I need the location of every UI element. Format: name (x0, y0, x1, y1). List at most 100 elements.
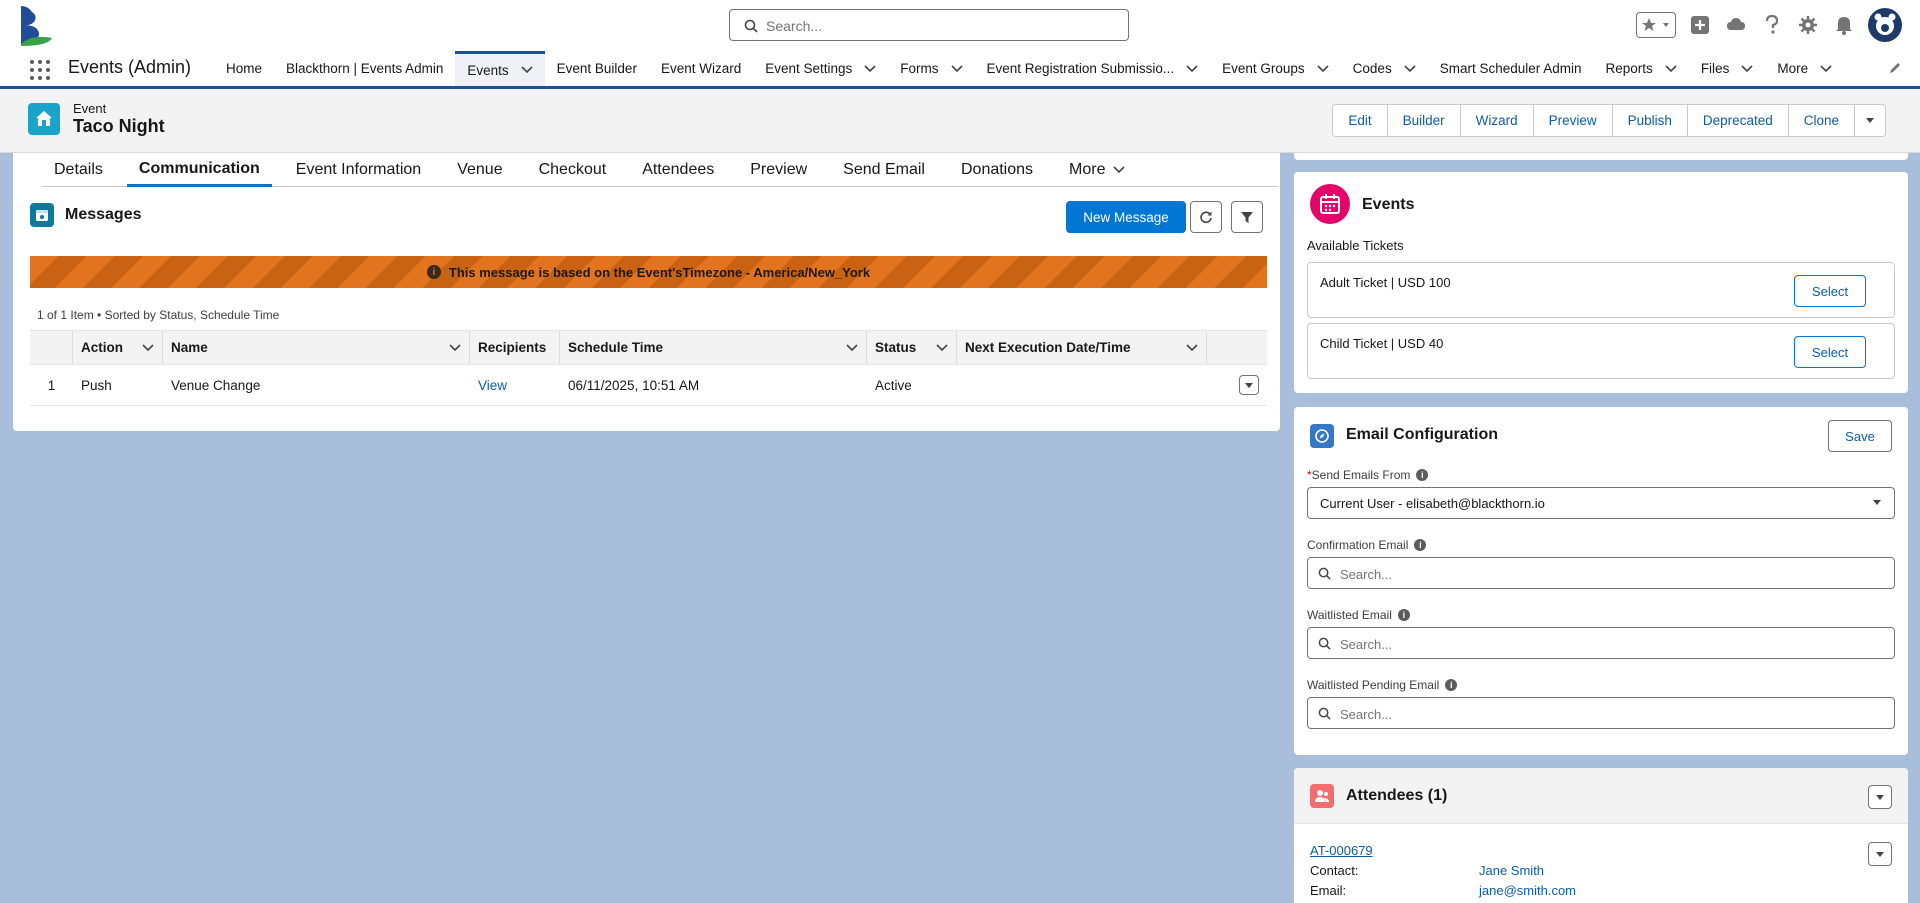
new-message-button[interactable]: New Message (1066, 201, 1186, 233)
nav-item-files[interactable]: Files (1689, 51, 1766, 86)
email-link[interactable]: jane@smith.com (1479, 883, 1576, 898)
global-search-input[interactable] (766, 16, 1116, 36)
tab-attendees[interactable]: Attendees (630, 153, 726, 187)
chevron-down-icon (1665, 64, 1677, 72)
chevron-down-icon (1663, 23, 1669, 27)
more-actions-button[interactable] (1855, 105, 1885, 136)
tab-event-information[interactable]: Event Information (284, 153, 433, 187)
global-search[interactable] (729, 9, 1129, 41)
nav-item-blackthorn-events-admin[interactable]: Blackthorn | Events Admin (274, 51, 455, 86)
search-icon (1318, 637, 1331, 650)
tab-venue[interactable]: Venue (445, 153, 514, 187)
select-adult-ticket-button[interactable]: Select (1794, 275, 1866, 307)
chevron-down-icon (936, 343, 948, 351)
waitlisted-email-label: Waitlisted Email i (1307, 608, 1410, 622)
record-header: Event Taco Night Edit Builder Wizard Previe… (0, 89, 1920, 153)
column-header-action[interactable]: Action (73, 331, 163, 364)
waitlisted-email-field[interactable] (1307, 627, 1895, 659)
attendee-record-link[interactable]: AT-000679 (1310, 843, 1373, 858)
nav-item-events[interactable]: Events (455, 51, 545, 86)
event-record-icon (28, 103, 60, 135)
nav-item-event-groups[interactable]: Event Groups (1210, 51, 1341, 86)
info-icon[interactable]: i (1397, 609, 1410, 621)
tab-donations[interactable]: Donations (949, 153, 1045, 187)
filter-button[interactable] (1231, 201, 1263, 233)
setup-button[interactable] (1796, 13, 1820, 37)
tab-checkout[interactable]: Checkout (527, 153, 619, 187)
table-row: 1 Push Venue Change View 06/11/2025, 10:… (30, 365, 1267, 406)
confirmation-email-field[interactable] (1307, 557, 1895, 589)
cell-recipients: View (470, 365, 560, 405)
nav-item-home[interactable]: Home (214, 51, 274, 86)
user-avatar[interactable] (1868, 8, 1902, 42)
select-child-ticket-button[interactable]: Select (1794, 336, 1866, 368)
send-emails-from-label: *Send Emails From i (1307, 468, 1429, 482)
tab-preview[interactable]: Preview (738, 153, 819, 187)
nav-item-label: Forms (900, 61, 939, 76)
tab-more[interactable]: More (1057, 153, 1137, 187)
nav-item-reports[interactable]: Reports (1594, 51, 1689, 86)
edit-button[interactable]: Edit (1333, 105, 1388, 136)
confirmation-email-input[interactable] (1340, 564, 1880, 584)
builder-button[interactable]: Builder (1387, 105, 1461, 136)
chevron-down-icon (449, 343, 461, 351)
deprecated-button[interactable]: Deprecated (1687, 105, 1789, 136)
view-recipients-link[interactable]: View (478, 378, 507, 393)
row-number-header (30, 331, 73, 364)
info-icon[interactable]: i (1414, 539, 1427, 551)
nav-item-codes[interactable]: Codes (1341, 51, 1428, 86)
favorites-button[interactable] (1636, 12, 1676, 38)
nav-item-event-wizard[interactable]: Event Wizard (649, 51, 753, 86)
chevron-down-icon (950, 64, 963, 72)
nav-item-forms[interactable]: Forms (888, 51, 974, 86)
nav-item-more[interactable]: More (1765, 51, 1844, 86)
tab-details[interactable]: Details (42, 153, 115, 187)
global-actions-button[interactable] (1688, 13, 1712, 37)
publish-button[interactable]: Publish (1612, 105, 1688, 136)
question-icon (1765, 15, 1779, 34)
cell-schedule-time: 06/11/2025, 10:51 AM (568, 377, 700, 393)
search-icon (1318, 707, 1331, 720)
header-utilities (1636, 8, 1902, 42)
app-navigation: Events (Admin) Home Blackthorn | Events A… (0, 51, 1920, 89)
wizard-button[interactable]: Wizard (1460, 105, 1534, 136)
column-header-schedule-time[interactable]: Schedule Time (560, 331, 867, 364)
column-header-name[interactable]: Name (163, 331, 470, 364)
waitlisted-pending-email-input[interactable] (1340, 704, 1880, 724)
nav-item-event-settings[interactable]: Event Settings (753, 51, 888, 86)
blackthorn-logo[interactable] (18, 4, 54, 46)
attendee-row-menu-button[interactable] (1868, 842, 1892, 866)
column-header-status[interactable]: Status (867, 331, 957, 364)
app-name: Events (Admin) (68, 57, 192, 77)
help-button[interactable] (1760, 13, 1784, 37)
info-icon[interactable]: i (1416, 469, 1429, 481)
edit-nav-icon[interactable] (1888, 61, 1902, 75)
notifications-button[interactable] (1832, 13, 1856, 37)
send-emails-from-select[interactable]: Current User - elisabeth@blackthorn.io (1307, 487, 1895, 519)
attendees-menu-button[interactable] (1868, 785, 1892, 809)
info-icon[interactable]: i (1445, 679, 1458, 691)
right-panel-top (1294, 153, 1908, 160)
waitlisted-pending-email-field[interactable] (1307, 697, 1895, 729)
search-icon (744, 19, 758, 33)
trailhead-button[interactable] (1724, 13, 1748, 37)
column-header-next-execution[interactable]: Next Execution Date/Time (957, 331, 1207, 364)
column-header-recipients[interactable]: Recipients (470, 331, 560, 364)
waitlisted-email-input[interactable] (1340, 634, 1880, 654)
clone-button[interactable]: Clone (1788, 105, 1855, 136)
contact-link[interactable]: Jane Smith (1479, 863, 1544, 878)
nav-item-smart-scheduler-admin[interactable]: Smart Scheduler Admin (1428, 51, 1594, 86)
row-actions-button[interactable] (1239, 375, 1259, 395)
save-button[interactable]: Save (1828, 420, 1892, 452)
refresh-button[interactable] (1190, 201, 1222, 233)
ticket-adult: Adult Ticket | USD 100 Select (1307, 262, 1895, 318)
tab-communication[interactable]: Communication (126, 153, 272, 187)
preview-button[interactable]: Preview (1533, 105, 1613, 136)
chevron-down-icon (1245, 383, 1253, 388)
record-title: Taco Night (73, 116, 165, 136)
app-launcher-icon[interactable] (29, 59, 51, 81)
tab-send-email[interactable]: Send Email (831, 153, 937, 187)
nav-item-event-builder[interactable]: Event Builder (545, 51, 649, 86)
attendees-card-title: Attendees (1) (1346, 787, 1448, 804)
nav-item-event-registration-submissio[interactable]: Event Registration Submissio... (975, 51, 1211, 86)
